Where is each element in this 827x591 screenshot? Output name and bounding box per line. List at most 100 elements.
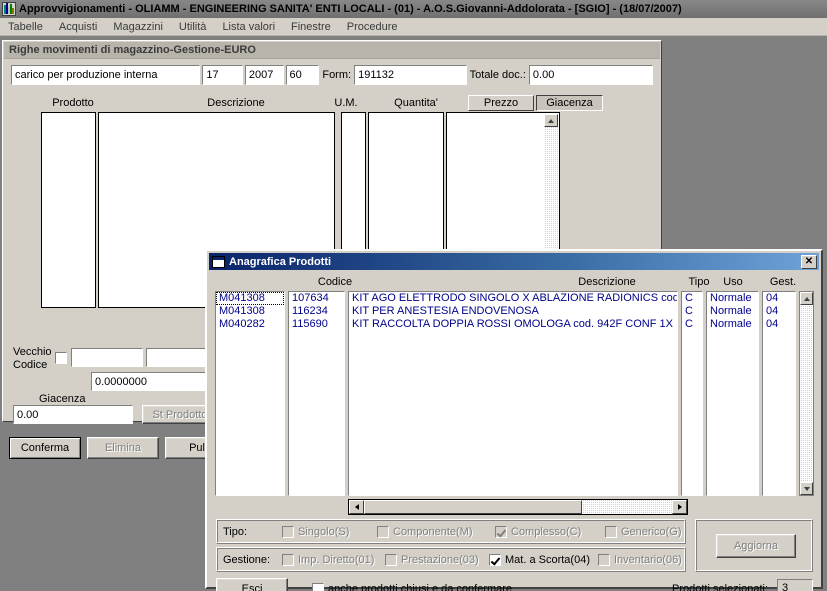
totale-doc-field[interactable]: 0.00 <box>528 65 653 85</box>
checkbox-complesso[interactable]: Complesso(C) <box>495 526 581 538</box>
anno-field[interactable]: 2007 <box>244 65 284 85</box>
form-field[interactable]: 191132 <box>354 65 467 85</box>
list-item[interactable]: 04 <box>763 318 795 331</box>
col-header-descrizione: Descrizione <box>207 97 265 109</box>
codice-label: Codice <box>13 359 48 371</box>
dialog-vertical-scrollbar[interactable] <box>799 291 814 496</box>
scroll-down-icon[interactable] <box>800 482 813 495</box>
list-item[interactable]: M041308 <box>216 305 284 318</box>
list-col-codice[interactable]: M041308 M041308 M040282 <box>215 291 285 496</box>
mdi-client-area: Righe movimenti di magazzino-Gestione-EU… <box>0 37 827 591</box>
list-col-uso[interactable]: Normale Normale Normale <box>706 291 759 496</box>
prezzo-value-field[interactable]: 0.0000000 <box>91 372 218 391</box>
esci-button[interactable]: Esci <box>216 578 288 591</box>
vecchio-codice-field-1[interactable] <box>71 348 143 367</box>
checkbox-box-componente[interactable] <box>377 526 389 538</box>
list-col-gest[interactable]: 04 04 04 <box>762 291 796 496</box>
giacenza-label: Giacenza <box>39 393 86 405</box>
checkbox-box-prestazione[interactable] <box>385 554 397 566</box>
dialog-titlebar[interactable]: Anagrafica Prodotti ✕ <box>209 253 819 270</box>
col-header-um: U.M. <box>334 97 358 109</box>
list-col-descrizione[interactable]: KIT AGO ELETTRODO SINGOLO X ABLAZIONE RA… <box>348 291 678 496</box>
dialog-col-header-tipo: Tipo <box>688 276 710 288</box>
dialog-title: Anagrafica Prodotti <box>229 255 332 268</box>
checkbox-prestazione[interactable]: Prestazione(03) <box>385 554 479 566</box>
checkbox-generico[interactable]: Generico(G) <box>605 526 682 538</box>
checkbox-mat-a-scorta[interactable]: Mat. a Scorta(04) <box>489 554 590 566</box>
codice-field[interactable]: 60 <box>285 65 320 85</box>
checkbox-componente[interactable]: Componente(M) <box>377 526 472 538</box>
list-item[interactable]: C <box>682 318 702 331</box>
scroll-track[interactable] <box>800 305 813 482</box>
list-item[interactable]: M040282 <box>216 318 284 331</box>
prodotti-selezionati-label: Prodotti selezionati: <box>672 583 768 591</box>
col-header-giacenza-button[interactable]: Giacenza <box>536 95 603 111</box>
list-item[interactable]: Normale <box>707 305 758 318</box>
list-item[interactable]: Normale <box>707 318 758 331</box>
list-item[interactable]: 04 <box>763 292 795 305</box>
dialog-col-header-uso: Uso <box>723 276 743 288</box>
checkbox-box-complesso[interactable] <box>495 526 507 538</box>
dialog-horizontal-scrollbar[interactable] <box>348 499 688 515</box>
list-col-codice-interno[interactable]: 107634 116234 115690 <box>288 291 345 496</box>
menu-item-acquisti[interactable]: Acquisti <box>51 20 106 34</box>
menu-item-utilita[interactable]: Utilità <box>171 20 215 34</box>
checkbox-box-generico[interactable] <box>605 526 617 538</box>
checkbox-box-inventario[interactable] <box>598 554 610 566</box>
app-bars-icon <box>2 2 16 16</box>
anagrafica-prodotti-dialog: Anagrafica Prodotti ✕ Codice Descrizione… <box>205 249 823 591</box>
dialog-col-header-codice: Codice <box>317 276 353 288</box>
checkbox-box-anche-prodotti-chiusi[interactable] <box>312 583 324 591</box>
menu-item-tabelle[interactable]: Tabelle <box>0 20 51 34</box>
tipo-filter-group: Tipo: Singolo(S) Componente(M) Complesso… <box>216 519 686 544</box>
list-item[interactable]: 116234 <box>289 305 344 318</box>
list-col-tipo[interactable]: C C C <box>681 291 703 496</box>
causale-field[interactable]: carico per produzione interna <box>11 65 201 85</box>
aggiorna-panel: Aggiorna <box>695 519 813 572</box>
checkbox-imp-diretto[interactable]: Imp. Diretto(01) <box>282 554 374 566</box>
menu-item-lista-valori[interactable]: Lista valori <box>214 20 283 34</box>
window-icon <box>212 255 225 268</box>
elimina-button[interactable]: Elimina <box>87 437 159 459</box>
menu-item-procedure[interactable]: Procedure <box>339 20 406 34</box>
col-header-prodotto: Prodotto <box>52 97 94 109</box>
list-item[interactable]: C <box>682 305 702 318</box>
scroll-right-icon[interactable] <box>672 500 687 514</box>
vecchio-codice-checkbox[interactable] <box>55 352 67 364</box>
document-header-row: carico per produzione interna 17 2007 60… <box>11 65 653 87</box>
numero-field[interactable]: 17 <box>202 65 243 85</box>
menubar: Tabelle Acquisti Magazzini Utilità Lista… <box>0 18 827 36</box>
aggiorna-button[interactable]: Aggiorna <box>716 534 796 558</box>
list-item[interactable]: KIT RACCOLTA DOPPIA ROSSI OMOLOGA cod. 9… <box>349 318 677 331</box>
checkbox-box-mat-a-scorta[interactable] <box>489 554 501 566</box>
list-item[interactable]: M041308 <box>216 292 284 305</box>
list-item[interactable]: C <box>682 292 702 305</box>
grid-column-headers: Prodotto Descrizione U.M. Quantita' Prez… <box>11 95 653 112</box>
col-header-quantita: Quantita' <box>394 97 438 109</box>
checkbox-anche-prodotti-chiusi[interactable]: anche prodotti chiusi e da confermare <box>312 583 512 591</box>
grid-col-prodotto[interactable] <box>41 112 96 308</box>
giacenza-value-field[interactable]: 0.00 <box>13 405 133 424</box>
menu-item-magazzini[interactable]: Magazzini <box>105 20 171 34</box>
list-item[interactable]: 04 <box>763 305 795 318</box>
list-item[interactable]: KIT AGO ELETTRODO SINGOLO X ABLAZIONE RA… <box>349 292 677 305</box>
scroll-thumb[interactable] <box>364 500 582 514</box>
list-item[interactable]: 115690 <box>289 318 344 331</box>
col-header-prezzo-button[interactable]: Prezzo <box>468 95 534 111</box>
list-item[interactable]: 107634 <box>289 292 344 305</box>
checkbox-box-singolo[interactable] <box>282 526 294 538</box>
conferma-button[interactable]: Conferma <box>9 437 81 459</box>
scroll-up-icon[interactable] <box>544 114 558 127</box>
scroll-track[interactable] <box>582 500 672 514</box>
scroll-left-icon[interactable] <box>349 500 364 514</box>
close-icon[interactable]: ✕ <box>801 254 817 269</box>
list-item[interactable]: Normale <box>707 292 758 305</box>
checkbox-box-imp-diretto[interactable] <box>282 554 294 566</box>
totale-doc-label: Totale doc.: <box>469 69 526 81</box>
checkbox-singolo[interactable]: Singolo(S) <box>282 526 349 538</box>
menu-item-finestre[interactable]: Finestre <box>283 20 339 34</box>
list-item[interactable]: KIT PER ANESTESIA ENDOVENOSA <box>349 305 677 318</box>
righe-movimenti-title: Righe movimenti di magazzino-Gestione-EU… <box>9 44 256 56</box>
scroll-up-icon[interactable] <box>800 292 813 305</box>
checkbox-inventario[interactable]: Inventario(06) <box>598 554 682 566</box>
